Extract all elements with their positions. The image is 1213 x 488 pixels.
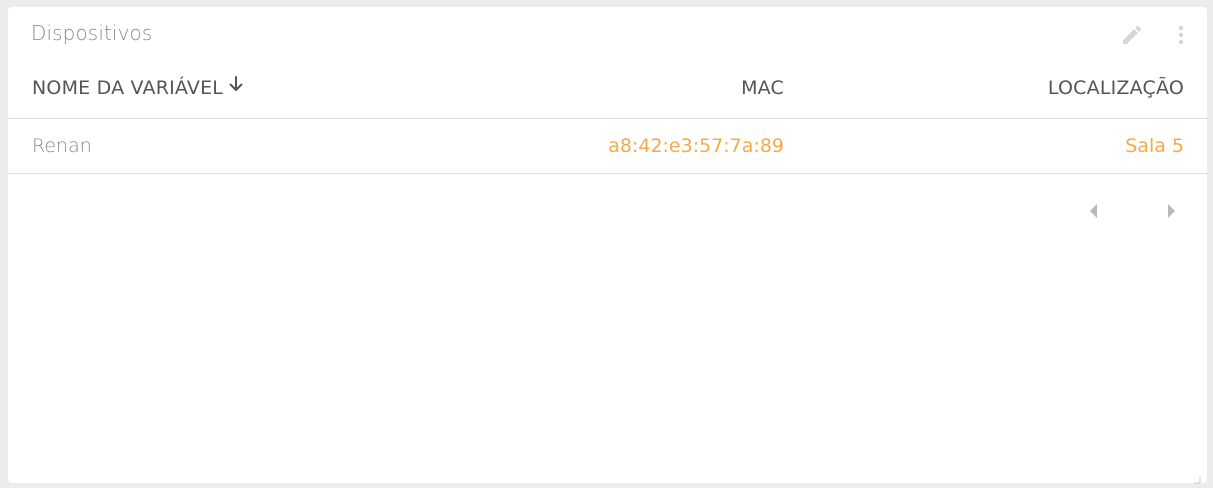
widget-title: Dispositivos xyxy=(31,21,153,45)
cell-name: Renan xyxy=(32,135,92,157)
caret-left-icon[interactable] xyxy=(1086,201,1100,221)
caret-right-icon[interactable] xyxy=(1165,201,1179,221)
table-header-row: NOME DA VARIÁVEL MAC LOCALIZAÇÃO xyxy=(8,64,1207,119)
cell-mac: a8:42:e3:57:7a:89 xyxy=(608,135,784,157)
devices-widget: Dispositivos NOME DA VARIÁVEL MAC LOCALI… xyxy=(8,7,1207,484)
resize-handle-icon[interactable] xyxy=(1193,469,1201,484)
column-header-name[interactable]: NOME DA VARIÁVEL xyxy=(32,64,245,118)
column-header-mac[interactable]: MAC xyxy=(741,64,784,118)
more-vertical-icon[interactable] xyxy=(1169,23,1193,47)
column-header-location[interactable]: LOCALIZAÇÃO xyxy=(1048,64,1184,118)
cell-location: Sala 5 xyxy=(1125,135,1184,157)
widget-header: Dispositivos xyxy=(8,7,1207,59)
pencil-icon[interactable] xyxy=(1120,23,1144,47)
devices-table: NOME DA VARIÁVEL MAC LOCALIZAÇÃO Renan a… xyxy=(8,64,1207,174)
arrow-down-icon xyxy=(227,63,245,111)
table-row: Renan a8:42:e3:57:7a:89 Sala 5 xyxy=(8,119,1207,174)
column-header-label: NOME DA VARIÁVEL xyxy=(32,77,224,99)
